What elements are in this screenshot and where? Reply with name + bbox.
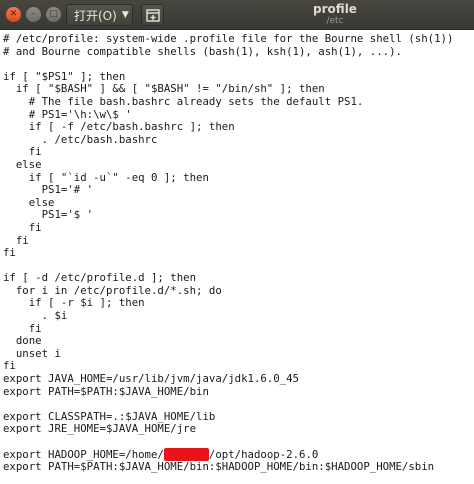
code-line-text: export PATH=$PATH:$JAVA_HOME/bin <box>3 384 209 398</box>
code-line-text: export JRE_HOME=$JAVA_HOME/jre <box>3 422 197 436</box>
new-document-icon <box>145 8 160 22</box>
code-line: fi <box>3 233 453 248</box>
code-line: export PATH=$PATH:$JAVA_HOME/bin:$HADOOP… <box>3 460 453 474</box>
code-line-text: export HADOOP_HOME=/home/ <box>3 447 164 461</box>
code-line-text: export PATH=$PATH:$JAVA_HOME/bin:$HADOOP… <box>3 460 435 474</box>
redacted-username: xxxxxxx <box>163 447 209 461</box>
code-line-text: else <box>3 157 42 171</box>
window-title-group: profile /etc <box>240 3 430 26</box>
code-line: export PATH=$PATH:$JAVA_HOME/bin <box>3 384 453 399</box>
code-line-text: . $i <box>3 309 68 323</box>
code-line-text: fi <box>3 220 42 234</box>
code-line-text: fi <box>3 145 42 159</box>
maximize-window-button[interactable]: □ <box>46 7 61 22</box>
open-button-label: 打开(O) <box>74 8 117 23</box>
code-content: # /etc/profile: system-wide .profile fil… <box>3 32 454 474</box>
code-line-text: # The file bash.bashrc already sets the … <box>3 94 364 108</box>
code-line-text: if [ "$PS1" ]; then <box>3 69 126 83</box>
maximize-icon: □ <box>49 9 58 19</box>
code-line-text: PS1='$ ' <box>3 208 94 222</box>
code-line-text: fi <box>3 359 16 373</box>
close-window-button[interactable]: ✕ <box>6 7 21 22</box>
minimize-window-button[interactable]: – <box>26 7 41 22</box>
code-line-text: # /etc/profile: system-wide .profile fil… <box>3 32 454 45</box>
window-subtitle: /etc <box>326 16 344 26</box>
window-title: profile <box>313 2 357 16</box>
code-line: PS1='$ ' <box>3 209 453 222</box>
code-line: fi <box>3 321 453 336</box>
code-line: fi <box>3 146 453 159</box>
minimize-icon: – <box>31 9 36 19</box>
code-line: export JRE_HOME=$JAVA_HOME/jre <box>3 423 453 436</box>
close-icon: ✕ <box>9 9 18 19</box>
text-editor-area[interactable]: # /etc/profile: system-wide .profile fil… <box>0 30 474 484</box>
code-line-text: if [ "$BASH" ] && [ "$BASH" != "/bin/sh"… <box>3 82 325 96</box>
code-line: done <box>3 334 453 348</box>
code-line: if [ -r $i ]; then <box>3 297 453 310</box>
code-line: . /etc/bash.bashrc <box>3 132 453 147</box>
code-line-text: else <box>3 195 55 209</box>
code-line: fi <box>3 220 453 235</box>
code-line: fi <box>3 246 453 260</box>
title-bar: ✕ – □ 打开(O) ▼ profile /etc <box>0 0 474 30</box>
code-line-text: export JAVA_HOME=/usr/lib/jvm/java/jdk1.… <box>3 372 299 386</box>
code-line-text: PS1='# ' <box>3 183 94 197</box>
open-file-button[interactable]: 打开(O) ▼ <box>66 4 133 26</box>
code-line-text: export CLASSPATH=.:$JAVA_HOME/lib <box>3 409 216 423</box>
code-line: . $i <box>3 309 453 323</box>
code-line-text: if [ -d /etc/profile.d ]; then <box>3 271 197 285</box>
chevron-down-icon: ▼ <box>121 10 129 20</box>
code-line-text: if [ -r $i ]; then <box>3 296 145 310</box>
code-line-text: done <box>3 334 42 348</box>
code-line-text: fi <box>3 321 42 335</box>
code-line: # and Bourne compatible shells (bash(1),… <box>3 44 453 59</box>
code-line-text: # and Bourne compatible shells (bash(1),… <box>3 44 402 58</box>
new-document-button[interactable] <box>141 4 164 26</box>
code-line-text: . /etc/bash.bashrc <box>3 132 158 146</box>
code-line: PS1='# ' <box>3 183 453 197</box>
code-line: unset i <box>3 346 453 361</box>
code-line-text: fi <box>3 246 16 260</box>
code-line-text: # PS1='\h:\w\$ ' <box>3 107 132 121</box>
hadoop-path-suffix: /opt/hadoop-2.6.0 <box>208 447 319 461</box>
code-line-text: if [ "`id -u`" -eq 0 ]; then <box>3 170 209 184</box>
code-line-text: if [ -f /etc/bash.bashrc ]; then <box>3 120 235 134</box>
code-line-text: for i in /etc/profile.d/*.sh; do <box>3 283 222 297</box>
code-line-text: fi <box>3 233 29 247</box>
code-line-text: unset i <box>3 346 61 360</box>
